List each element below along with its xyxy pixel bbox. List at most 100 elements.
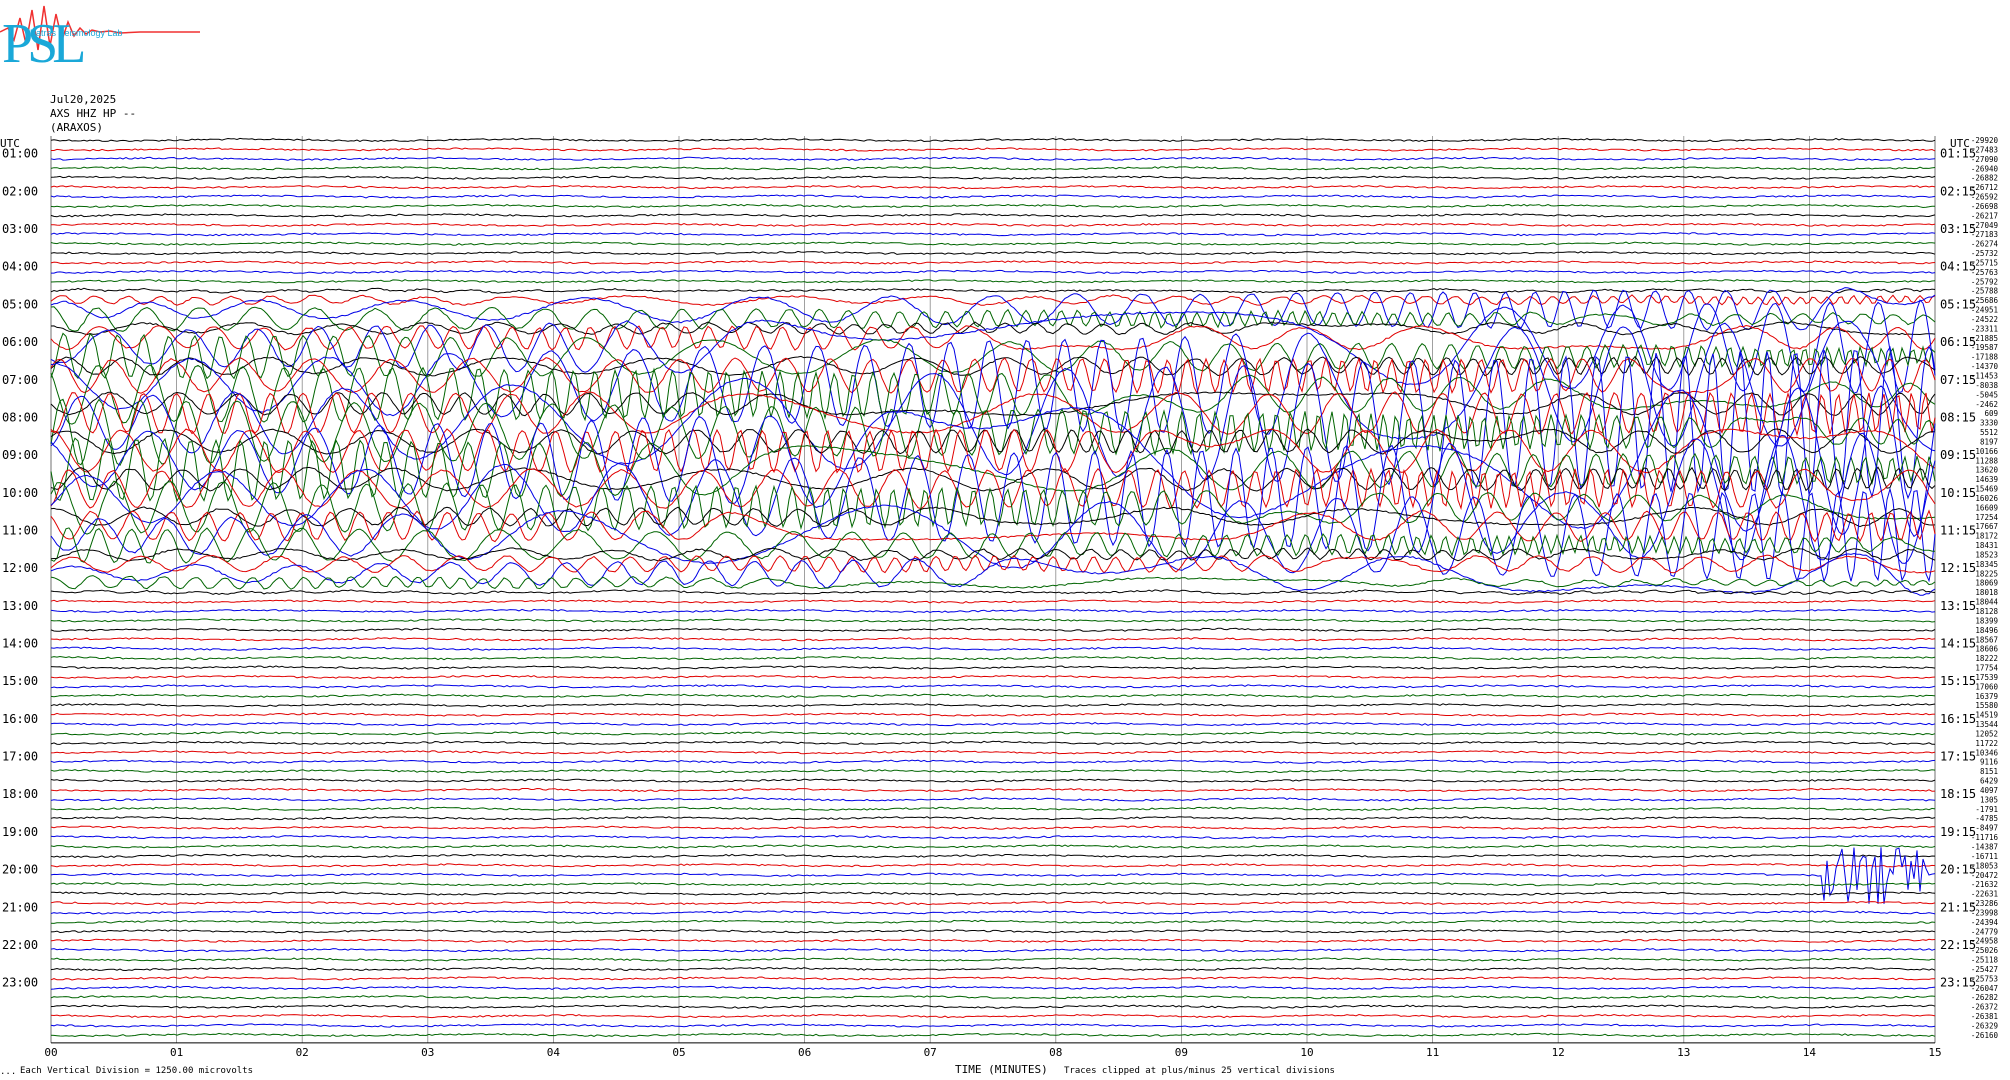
trace-line [50,213,1936,218]
hour-label-right: 12:15 [1940,561,1976,575]
trace-line [50,480,1936,535]
trace-offset-label: -14370 [1971,362,1999,371]
trace-offset-label: -26882 [1971,174,1998,183]
trace-line [50,1004,1936,1009]
trace-offset-label: 13620 [1975,466,1998,475]
trace-offset-label: 16609 [1975,503,1998,512]
trace-offset-label: 18523 [1975,550,1998,559]
helicorder-plot: 00 01 02 03 04 05 06 07 08 09 10 11 12 13 14 15 -29920 -2… [2,136,1998,1059]
trace-line [50,957,1936,962]
trace-line [51,147,1936,152]
hour-label-left: 15:00 [2,674,38,688]
trace-line [50,797,1936,802]
trace-offset-label: 4097 [1980,786,1998,795]
trace-line [50,194,1936,199]
trace-offset-label: -26381 [1971,1012,1998,1021]
hour-label-right: 20:15 [1940,863,1976,877]
trace-line [50,599,1936,604]
trace-offset-label: -26372 [1971,1003,1998,1012]
trace-line [50,554,1936,574]
trace-line [50,787,1936,793]
x-tick-label: 02 [296,1046,309,1059]
trace-offset-label: -5045 [1975,390,1998,399]
hour-label-right: 21:15 [1940,900,1976,914]
trace-line [50,919,1936,924]
trace-offset-label: 8197 [1980,437,1998,446]
trace-offset-label: -26282 [1971,993,1998,1002]
trace-line [50,703,1936,708]
trace-offset-label: 18069 [1975,579,1998,588]
hour-label-right: 10:15 [1940,486,1976,500]
trace-offset-label: 11722 [1975,739,1998,748]
trace-line [50,575,1936,590]
hour-label-right: 14:15 [1940,637,1976,651]
trace-offset-label: -21632 [1971,880,1998,889]
trace-offset-label: -25427 [1971,965,1998,974]
hour-label-right: 18:15 [1940,787,1976,801]
trace-offset-label: 17754 [1975,664,1998,673]
hour-label-left: 18:00 [2,787,38,801]
trace-line [50,655,1936,661]
hour-label-left: 12:00 [2,561,38,575]
trace-line [51,891,1936,896]
trace-line [50,509,1936,543]
x-axis-title: TIME (MINUTES) [955,1063,1048,1076]
trace-offset-label: 18399 [1975,616,1998,625]
trace-offset-label: -24522 [1971,315,1998,324]
trace-offset-label: -26329 [1971,1021,1998,1030]
trace-offset-label: -4785 [1975,814,1998,823]
trace-line [50,1023,1936,1028]
trace-offset-label: -25788 [1971,287,1999,296]
trace-offset-label: -16711 [1971,852,1998,861]
hour-label-right: 08:15 [1940,410,1976,424]
trace-line [51,222,1936,227]
trace-line [50,355,1936,377]
trace-offset-label: -14387 [1971,843,1998,852]
trace-line [50,750,1936,755]
trace-offset-label: 15469 [1975,485,1998,494]
hour-label-right: 09:15 [1940,448,1976,462]
trace-line [50,646,1935,651]
trace-line [50,637,1936,642]
hour-label-left: 21:00 [2,900,38,914]
trace-line [50,618,1936,623]
trace-offset-label: -26274 [1971,240,1999,249]
trace-offset-label: 16379 [1975,692,1998,701]
trace-line [50,608,1936,614]
hour-label-right: 11:15 [1940,523,1976,537]
trace-line [50,203,1935,209]
hour-label-right: 07:15 [1940,373,1976,387]
x-tick-label: 12 [1552,1046,1565,1059]
trace-offset-label: 18606 [1975,645,1998,654]
x-tick-label: 09 [1175,1046,1188,1059]
trace-line [50,929,1936,934]
trace-line [50,185,1936,190]
hour-label-left: 13:00 [2,599,38,613]
trace-offset-label: -24394 [1971,918,1999,927]
hour-label-right: 01:15 [1940,147,1976,161]
traces [50,137,1936,1038]
trace-offset-label: 14519 [1975,711,1998,720]
hour-label-left: 23:00 [2,976,38,990]
trace-offset-label: -26160 [1971,1031,1999,1040]
x-tick-label: 10 [1300,1046,1313,1059]
hour-label-right: 05:15 [1940,297,1976,311]
trace-line [50,759,1936,764]
labels: 00 01 02 03 04 05 06 07 08 09 10 11 12 13 14 15 -29920 -2… [2,136,1998,1059]
trace-offset-label: 18431 [1975,541,1998,550]
hour-label-right: 23:15 [1940,976,1976,990]
hour-label-left: 09:00 [2,448,38,462]
trace-offset-label: 1305 [1980,795,1998,804]
trace-line [50,976,1936,981]
trace-offset-label: -22631 [1971,890,1998,899]
trace-offset-label: 16026 [1975,494,1998,503]
hour-label-left: 07:00 [2,373,38,387]
hour-label-right: 03:15 [1940,222,1976,236]
trace-offset-label: 12052 [1975,729,1998,738]
hour-label-left: 22:00 [2,938,38,952]
trace-offset-label: -2462 [1975,400,1998,409]
trace-offset-label: -26698 [1971,202,1999,211]
x-tick-label: 07 [924,1046,937,1059]
trace-line [50,778,1936,783]
trace-line [50,166,1936,171]
